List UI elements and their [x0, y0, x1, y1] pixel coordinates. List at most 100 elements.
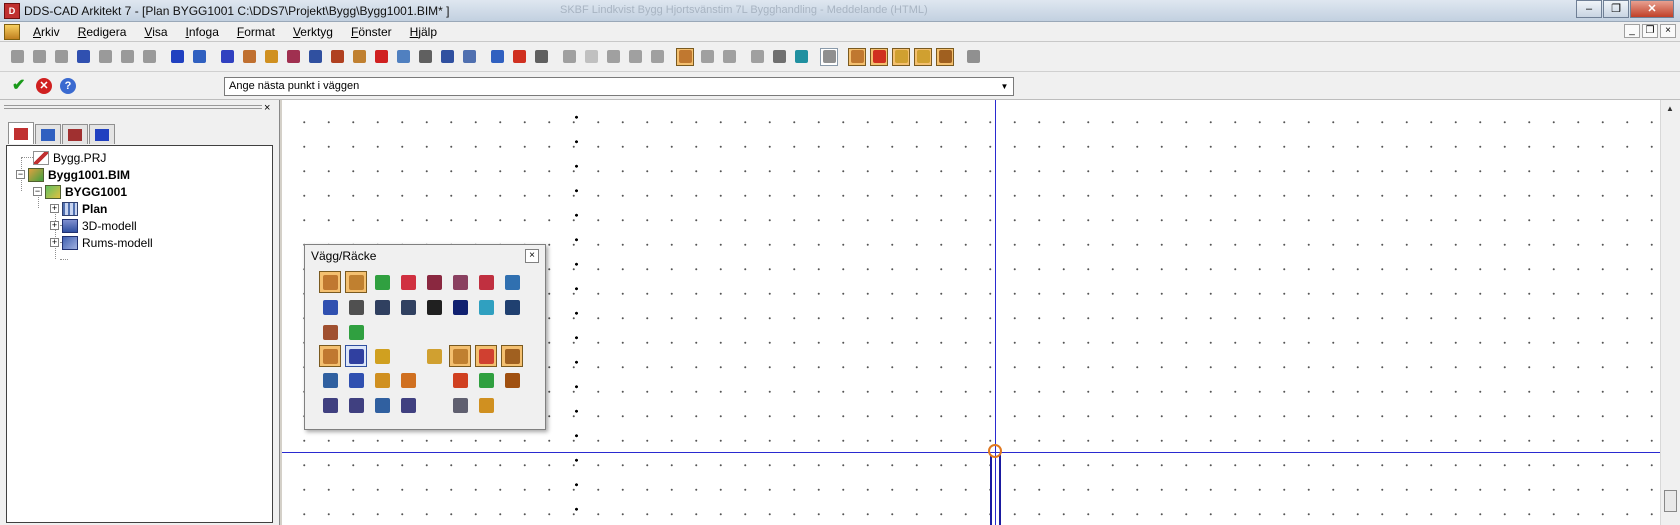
polygon-icon[interactable]	[648, 48, 666, 66]
scrollbar-thumb[interactable]	[1664, 490, 1677, 512]
image-wall-icon[interactable]	[475, 296, 497, 318]
expand-icon[interactable]: +	[50, 204, 59, 213]
wall-align-icon[interactable]	[371, 271, 393, 293]
settings-icon[interactable]	[964, 48, 982, 66]
stair-icon[interactable]	[284, 48, 302, 66]
paint-icon[interactable]	[371, 345, 393, 367]
cube-icon[interactable]	[416, 48, 434, 66]
query-wall-icon[interactable]	[319, 394, 341, 416]
tree-node-plan[interactable]: + Plan	[50, 200, 107, 217]
wall-tool-icon[interactable]	[848, 47, 866, 66]
column-icon[interactable]	[936, 47, 954, 66]
grid-tool-icon[interactable]	[449, 345, 471, 367]
tab-layers[interactable]	[35, 124, 61, 144]
split-icon[interactable]	[423, 345, 445, 367]
tree-node-project[interactable]: Bygg.PRJ	[33, 149, 106, 166]
menu-redigera[interactable]: Redigera	[69, 25, 136, 39]
cut-icon[interactable]	[52, 48, 70, 66]
fence-icon[interactable]	[319, 321, 341, 343]
paste-icon[interactable]	[30, 48, 48, 66]
camera-icon[interactable]	[770, 48, 788, 66]
redo-icon[interactable]	[140, 48, 158, 66]
menu-arkiv[interactable]: Arkiv	[24, 25, 69, 39]
plus-icon[interactable]	[371, 369, 393, 391]
menu-verktyg[interactable]: Verktyg	[284, 25, 342, 39]
wall-icon[interactable]	[560, 48, 578, 66]
wall-window-icon[interactable]	[501, 271, 523, 293]
expand-icon[interactable]: +	[50, 221, 59, 230]
menu-visa[interactable]: Visa	[135, 25, 176, 39]
globe-tool-icon[interactable]	[345, 345, 367, 367]
save-icon[interactable]	[74, 48, 92, 66]
help-icon[interactable]: ?	[60, 78, 76, 94]
curve-icon[interactable]	[371, 296, 393, 318]
fire-icon[interactable]	[372, 48, 390, 66]
shape-a-icon[interactable]	[698, 48, 716, 66]
columns-icon[interactable]	[397, 369, 419, 391]
roof-icon[interactable]	[262, 48, 280, 66]
dots-icon[interactable]	[892, 47, 910, 66]
wall-dots-icon[interactable]	[345, 271, 367, 293]
cut-wall-icon[interactable]	[449, 369, 471, 391]
measure-icon[interactable]	[319, 296, 341, 318]
beam-icon[interactable]	[350, 48, 368, 66]
shape-b-icon[interactable]	[720, 48, 738, 66]
tab-project[interactable]	[8, 122, 34, 144]
prompt-dropdown[interactable]: Ange nästa punkt i väggen ▼	[224, 77, 1014, 96]
scroll-up-icon[interactable]: ▲	[1666, 104, 1674, 113]
join-icon[interactable]	[345, 321, 367, 343]
render-icon[interactable]	[438, 48, 456, 66]
tree-node-model[interactable]: − Bygg1001.BIM	[16, 166, 130, 183]
grid-icon[interactable]	[488, 48, 506, 66]
mesh-icon[interactable]	[748, 48, 766, 66]
double-line-icon[interactable]	[449, 296, 471, 318]
undo-icon[interactable]	[118, 48, 136, 66]
ellipse-icon[interactable]	[604, 48, 622, 66]
confirm-check-icon[interactable]: ✔	[12, 78, 25, 94]
measure-b-icon[interactable]	[345, 369, 367, 391]
tree-node-building[interactable]: − BYGG1001	[33, 183, 127, 200]
furniture-icon[interactable]	[460, 48, 478, 66]
expand-icon[interactable]: +	[50, 238, 59, 247]
copy-icon[interactable]	[8, 48, 26, 66]
mdi-close-button[interactable]: ×	[1660, 24, 1676, 38]
layers-icon[interactable]	[394, 48, 412, 66]
menu-format[interactable]: Format	[228, 25, 284, 39]
help-icon[interactable]	[218, 48, 236, 66]
image-icon[interactable]	[820, 47, 838, 66]
restore-button[interactable]: ❐	[1603, 0, 1629, 18]
document-icon[interactable]	[4, 23, 20, 40]
book-icon[interactable]	[319, 369, 341, 391]
menu-hjalp[interactable]: Hjälp	[401, 25, 446, 39]
house-icon[interactable]	[328, 48, 346, 66]
copy-view-icon[interactable]	[792, 48, 810, 66]
door-tool-icon[interactable]	[319, 345, 341, 367]
chevron-down-icon[interactable]: ▼	[996, 78, 1013, 95]
stack-icon[interactable]	[475, 369, 497, 391]
collapse-icon[interactable]: −	[16, 170, 25, 179]
mdi-minimize-button[interactable]: _	[1624, 24, 1640, 38]
menu-fonster[interactable]: Fönster	[342, 25, 401, 39]
wall-panel-b-icon[interactable]	[449, 271, 471, 293]
cross-icon[interactable]	[626, 48, 644, 66]
tree-node-3d-model[interactable]: + 3D-modell	[50, 217, 137, 234]
move-icon[interactable]	[501, 369, 523, 391]
extend-icon[interactable]	[501, 345, 523, 367]
vertical-scrollbar[interactable]: ▲	[1660, 100, 1680, 525]
minimize-button[interactable]: –	[1576, 0, 1602, 18]
wall-corner-icon[interactable]	[319, 271, 341, 293]
globe-icon[interactable]	[168, 48, 186, 66]
query-d-icon[interactable]	[397, 394, 419, 416]
trim-icon[interactable]	[475, 345, 497, 367]
tab-views[interactable]	[62, 124, 88, 144]
wall-select-icon[interactable]	[870, 47, 888, 66]
wall-edit-icon[interactable]	[449, 394, 471, 416]
wall-panel-icon[interactable]	[423, 271, 445, 293]
window-icon[interactable]	[306, 48, 324, 66]
panel-close-icon[interactable]: ×	[264, 103, 270, 114]
tree-node-room-model[interactable]: + Rums-modell	[50, 234, 153, 251]
mdi-restore-button[interactable]: ❐	[1642, 24, 1658, 38]
box-icon[interactable]	[582, 48, 600, 66]
panel-grip[interactable]	[4, 105, 262, 109]
delete-icon[interactable]	[96, 48, 114, 66]
